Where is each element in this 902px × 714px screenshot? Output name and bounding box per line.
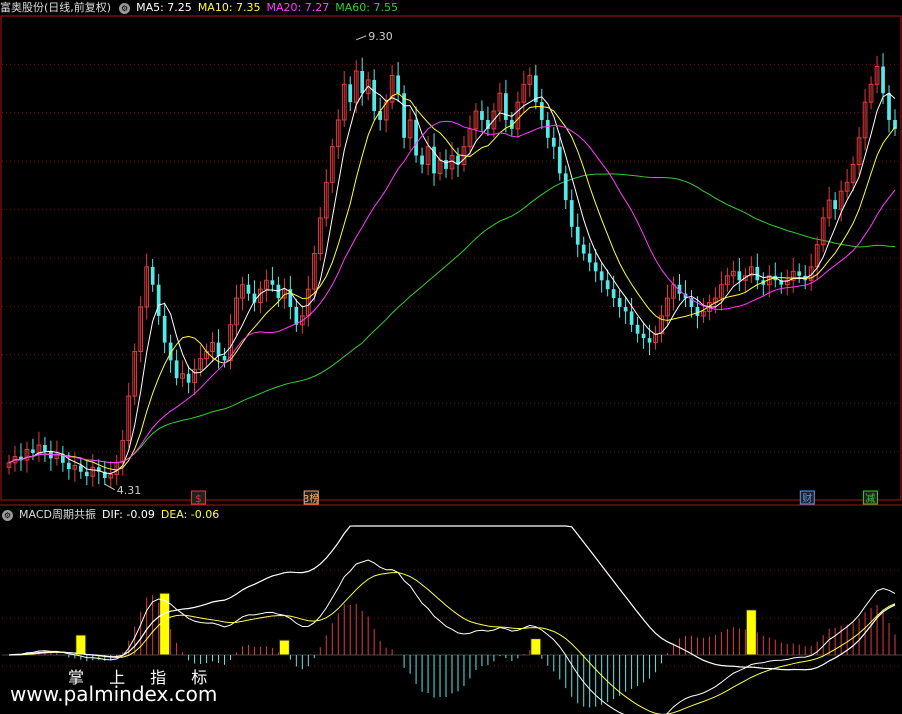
candle — [294, 306, 299, 325]
resonance-signal-bar — [278, 639, 290, 656]
dea-readout: DEA: -0.06 — [160, 508, 220, 521]
resonance-signal-bar — [745, 609, 757, 656]
candle — [84, 471, 89, 477]
candle — [605, 280, 610, 290]
candle — [348, 84, 353, 103]
candle — [635, 324, 640, 334]
event-markers: $3榜 财 减 — [190, 490, 878, 505]
event-marker: 减 — [865, 493, 875, 505]
stock-title[interactable]: 富奥股份(日线,前复权) — [0, 1, 111, 14]
candle — [396, 75, 400, 94]
event-marker: $ — [195, 494, 201, 505]
candle — [695, 306, 700, 316]
candle — [78, 465, 83, 472]
macd-panel-header: ⚙ MACD周期共振 DIF: -0.09 DEA: -0.06 — [0, 507, 225, 523]
candle — [31, 449, 35, 454]
candle — [372, 79, 377, 112]
annotation-pointer — [356, 35, 367, 41]
candle — [43, 445, 47, 452]
indicator-gear-icon[interactable]: ⚙ — [2, 509, 13, 521]
event-marker: 财 — [802, 492, 812, 505]
candle — [563, 173, 568, 201]
candle — [186, 373, 191, 383]
candle — [593, 262, 598, 272]
annotation-pointer — [104, 483, 116, 491]
candle — [222, 355, 227, 361]
stock-chart-canvas[interactable]: 9.30 4.31 $3榜 财 减 — [0, 0, 902, 714]
candle — [156, 284, 161, 316]
candle — [737, 271, 742, 281]
candle — [557, 146, 562, 174]
candle — [414, 119, 418, 156]
ma60-line-path — [8, 173, 896, 464]
ma5-readout: MA5: 7.25 — [136, 1, 192, 14]
candle — [623, 306, 628, 312]
candle — [569, 200, 574, 227]
candle — [629, 311, 634, 325]
price-annotation: 9.30 — [368, 30, 393, 43]
candle — [162, 315, 167, 343]
candle — [833, 200, 837, 210]
indicator-name[interactable]: MACD周期共振 — [19, 508, 96, 521]
candlestick-series — [6, 53, 897, 487]
candle — [617, 298, 622, 307]
candle — [246, 284, 251, 294]
ma60-line — [8, 173, 896, 464]
candle — [402, 93, 406, 138]
event-marker: 3榜 — [303, 492, 319, 505]
candle — [545, 119, 550, 138]
candle — [581, 244, 586, 254]
chart-grid — [0, 15, 902, 667]
resonance-signal-bar — [530, 638, 542, 656]
candle — [360, 70, 365, 94]
ma20-readout: MA20: 7.27 — [266, 1, 330, 14]
resonance-signal-bar — [75, 634, 87, 656]
price-annotation: 4.31 — [117, 484, 142, 497]
candle — [887, 93, 891, 120]
candle — [150, 266, 155, 285]
settings-gear-icon[interactable]: ⚙ — [119, 2, 131, 14]
long-cycle-line — [8, 525, 896, 671]
candle — [480, 111, 484, 120]
candle — [444, 160, 448, 169]
candle — [647, 338, 652, 343]
candle — [599, 271, 604, 281]
candle — [551, 137, 556, 147]
candle — [755, 266, 760, 281]
main-chart-header: 富奥股份(日线,前复权) ⚙ MA5: 7.25 MA10: 7.35 MA20: 7.… — [0, 0, 404, 16]
ma60-readout: MA60: 7.55 — [335, 1, 398, 14]
candle — [67, 462, 71, 470]
candle — [797, 271, 802, 276]
candle — [611, 289, 616, 299]
candle — [174, 360, 179, 379]
candle — [216, 342, 221, 356]
ma10-readout: MA10: 7.35 — [197, 1, 261, 14]
candle — [881, 66, 885, 94]
candle — [420, 155, 424, 165]
candle — [504, 93, 508, 120]
candle — [539, 102, 544, 120]
dif-readout: DIF: -0.09 — [101, 508, 155, 521]
candle — [575, 226, 580, 245]
candle — [641, 333, 646, 339]
candle — [270, 280, 275, 285]
watermark-url: www.palmindex.com — [10, 682, 218, 706]
candle — [587, 253, 592, 263]
